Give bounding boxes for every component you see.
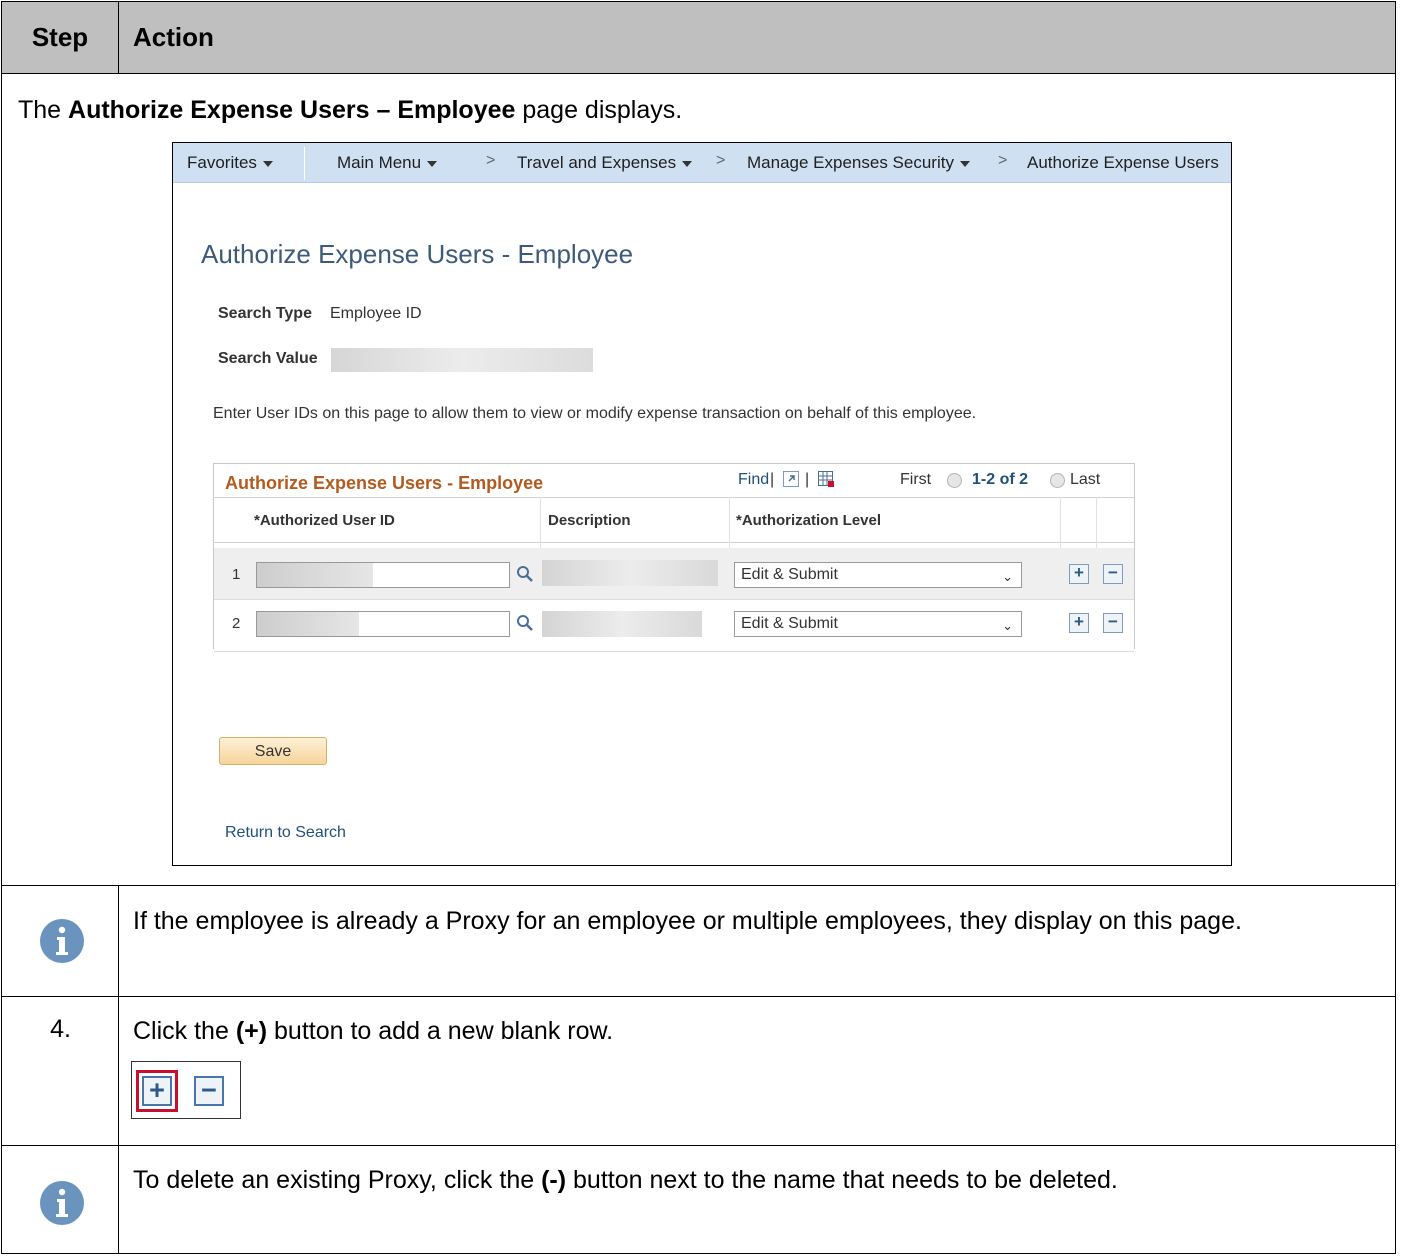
- info-row: To delete an existing Proxy, click the (…: [2, 1146, 1395, 1253]
- step-column-header: Step: [2, 2, 119, 73]
- plus-minus-illustration: + −: [131, 1061, 241, 1119]
- plus-icon[interactable]: +: [142, 1076, 172, 1106]
- row-number: 2: [232, 615, 241, 632]
- dropdown-chevron-icon: ⌄: [1002, 569, 1013, 584]
- intro-text: The Authorize Expense Users – Employee p…: [18, 96, 683, 124]
- search-type-value: Employee ID: [330, 305, 422, 322]
- icon-cell: [2, 1146, 119, 1253]
- info-text: To delete an existing Proxy, click the (…: [133, 1166, 1118, 1194]
- user-id-redacted: [257, 612, 359, 636]
- dropdown-chevron-icon: ⌄: [1002, 618, 1013, 633]
- delete-row-button[interactable]: −: [1103, 613, 1123, 633]
- grid-title: Authorize Expense Users - Employee: [225, 473, 544, 493]
- user-id-input[interactable]: [256, 562, 510, 588]
- travel-expenses-menu[interactable]: Travel and Expenses: [517, 153, 693, 173]
- search-value-redacted: [331, 348, 593, 372]
- favorites-menu[interactable]: Favorites: [187, 153, 273, 173]
- col-header-auth-level: *Authorization Level: [736, 497, 882, 543]
- step-row: 4. Click the (+) button to add a new bla…: [2, 997, 1395, 1146]
- caret-down-icon: [959, 160, 970, 167]
- return-to-search-link[interactable]: Return to Search: [225, 824, 346, 842]
- zoom-icon[interactable]: [782, 470, 800, 488]
- icon-cell: [2, 886, 119, 996]
- peoplesoft-screenshot: Favorites Main Menu > Travel and Expense…: [172, 142, 1232, 866]
- action-column-header: Action: [133, 22, 214, 52]
- nav-divider: |: [805, 471, 810, 488]
- caret-down-icon: [427, 160, 438, 167]
- find-link[interactable]: Find: [738, 471, 769, 489]
- description-redacted: [542, 560, 718, 586]
- page-title: Authorize Expense Users - Employee: [201, 239, 634, 269]
- description-redacted: [542, 611, 702, 637]
- previous-arrow-icon[interactable]: [947, 473, 962, 488]
- row-range: 1-2 of 2: [972, 471, 1029, 488]
- add-row-button[interactable]: +: [1069, 564, 1089, 584]
- table-row: 1 Edit & Submit ⌄ + −: [214, 548, 1134, 600]
- lookup-icon[interactable]: [516, 614, 534, 632]
- caret-down-icon: [682, 160, 693, 167]
- breadcrumb-chevron-icon: >: [486, 152, 496, 169]
- step-text: Click the (+) button to add a new blank …: [133, 1017, 614, 1045]
- info-row: If the employee is already a Proxy for a…: [2, 886, 1395, 997]
- caret-down-icon: [262, 160, 273, 167]
- table-header: Step Action: [2, 2, 1395, 74]
- nav-separator: [304, 147, 305, 180]
- next-arrow-icon[interactable]: [1050, 473, 1065, 488]
- add-row-button[interactable]: +: [1069, 613, 1089, 633]
- last-link[interactable]: Last: [1070, 471, 1100, 489]
- main-menu[interactable]: Main Menu: [337, 153, 438, 173]
- search-value-label: Search Value: [218, 350, 318, 367]
- authorization-level-select[interactable]: Edit & Submit ⌄: [734, 562, 1022, 588]
- breadcrumb-chevron-icon: >: [716, 152, 726, 169]
- user-id-redacted: [257, 563, 373, 587]
- info-icon: [40, 1181, 84, 1225]
- col-header-description: Description: [548, 497, 631, 543]
- breadcrumb-chevron-icon: >: [998, 152, 1008, 169]
- search-type-label: Search Type: [218, 305, 312, 322]
- manage-security-menu[interactable]: Manage Expenses Security: [747, 153, 970, 173]
- authorize-users-breadcrumb[interactable]: Authorize Expense Users: [1027, 153, 1219, 173]
- authorized-users-grid: Authorize Expense Users - Employee Find …: [213, 463, 1135, 652]
- minus-icon[interactable]: −: [194, 1076, 224, 1106]
- info-icon: [40, 919, 84, 963]
- lookup-icon[interactable]: [516, 565, 534, 583]
- instructions-text: Enter User IDs on this page to allow the…: [213, 405, 977, 422]
- download-icon[interactable]: [817, 470, 835, 488]
- nav-divider: |: [770, 471, 775, 488]
- row-number: 1: [232, 566, 241, 583]
- col-header-user-id: *Authorized User ID: [254, 497, 395, 543]
- delete-row-button[interactable]: −: [1103, 564, 1123, 584]
- user-id-input[interactable]: [256, 611, 510, 637]
- info-text: If the employee is already a Proxy for a…: [133, 907, 1242, 935]
- screenshot-row: The Authorize Expense Users – Employee p…: [2, 74, 1395, 886]
- step-number-cell: 4.: [2, 997, 119, 1145]
- column-header-divider: [214, 542, 1134, 543]
- table-row: 2 Edit & Submit ⌄ + −: [214, 600, 1134, 652]
- authorization-level-select[interactable]: Edit & Submit ⌄: [734, 611, 1022, 637]
- step-number: 4.: [50, 1015, 71, 1043]
- save-button[interactable]: Save: [219, 737, 327, 765]
- navigation-bar: Favorites Main Menu > Travel and Expense…: [173, 143, 1231, 183]
- first-link[interactable]: First: [900, 471, 931, 489]
- procedure-table: Step Action The Authorize Expense Users …: [1, 1, 1396, 1254]
